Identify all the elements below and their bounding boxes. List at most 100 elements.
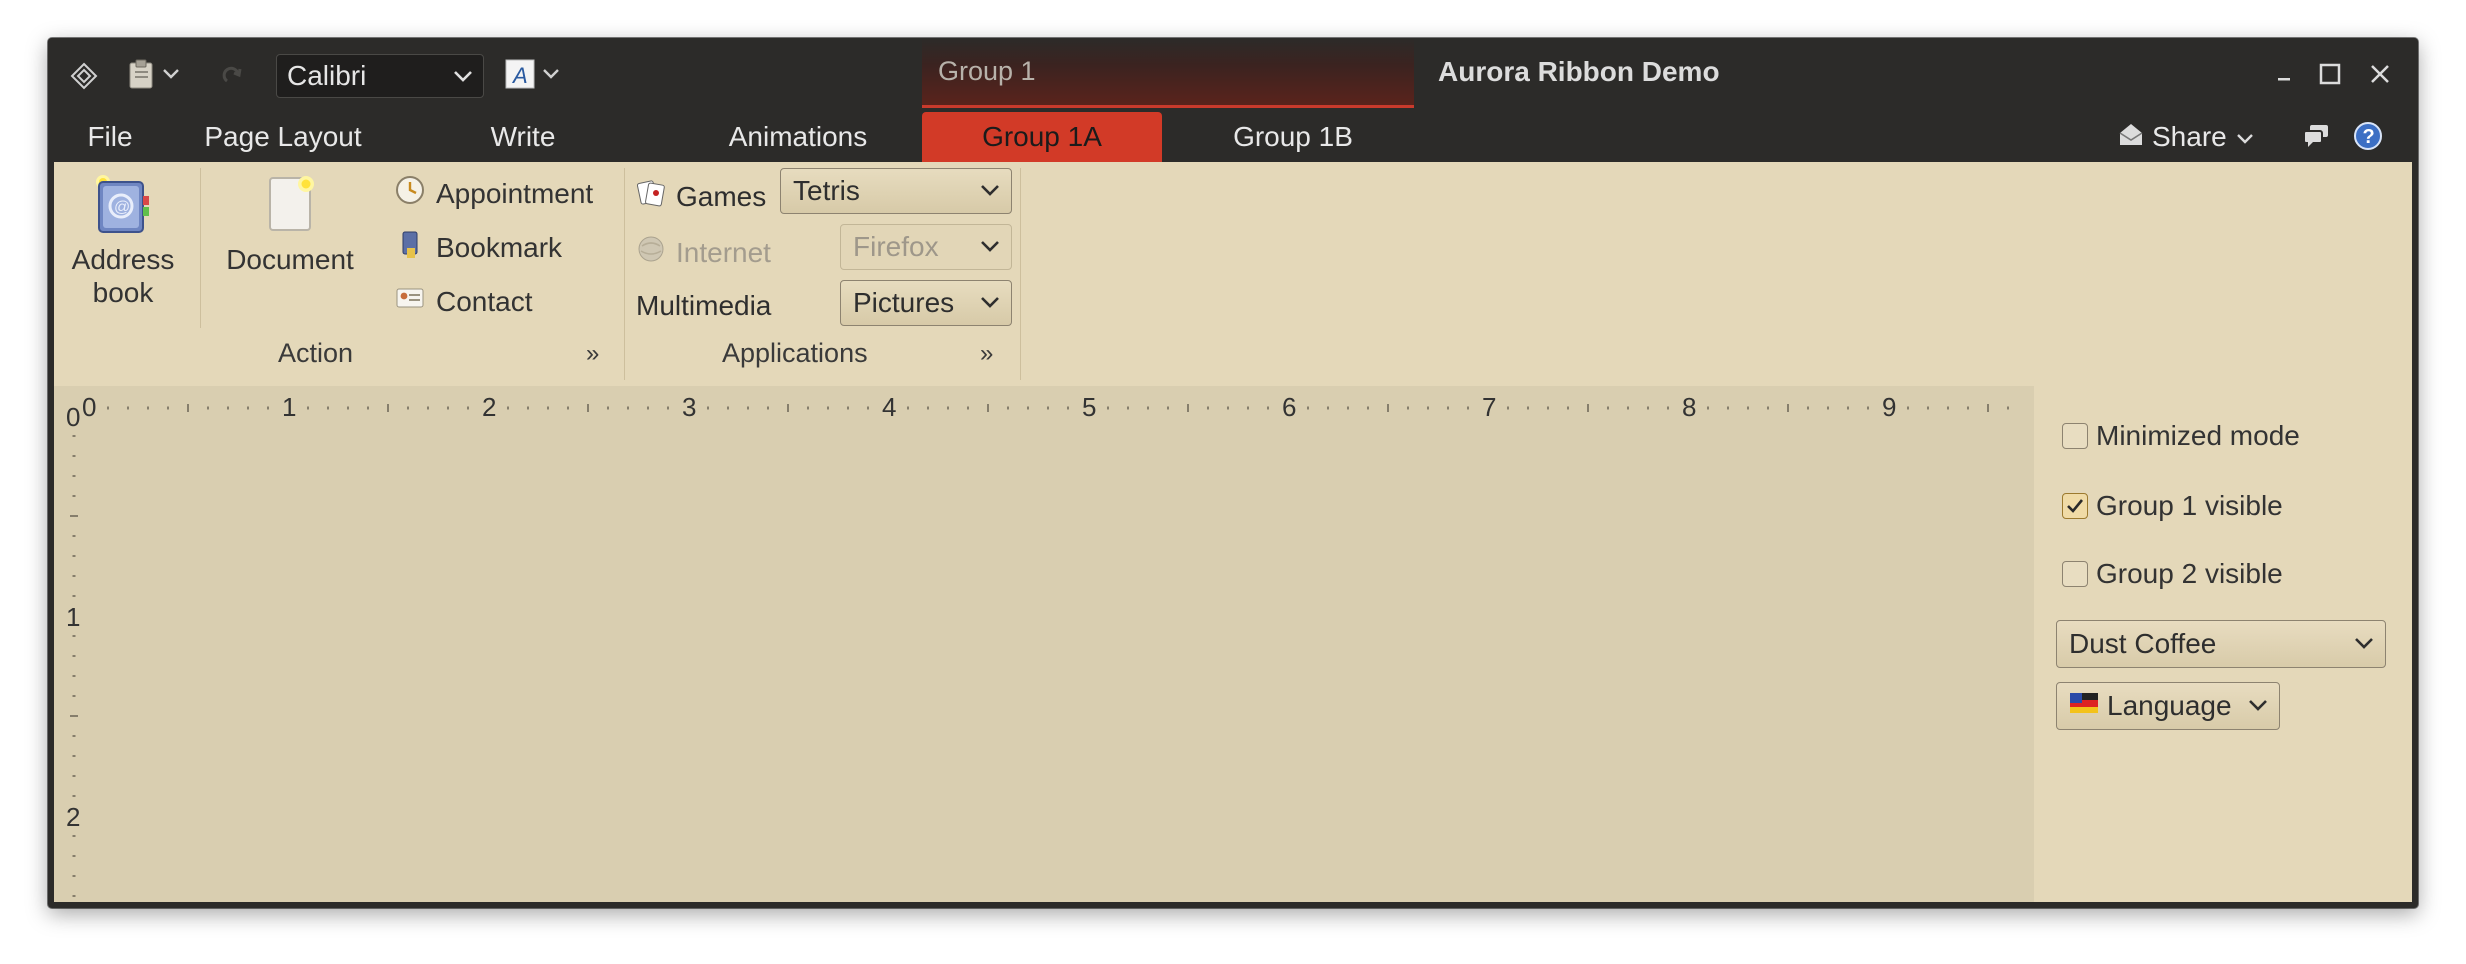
redo-icon[interactable] <box>218 60 248 94</box>
ruler-h-label: 6 <box>1282 392 1296 422</box>
games-label-row: Games <box>636 178 766 215</box>
contextual-group-title: Group 1 <box>922 38 1414 108</box>
svg-text:?: ? <box>2363 126 2375 148</box>
clock-icon <box>394 174 426 213</box>
flag-icon <box>2069 690 2099 722</box>
contact-button[interactable]: Contact <box>394 282 533 321</box>
ruler: 0 1 2 3 4 5 6 7 8 9 0 1 2 <box>66 392 2009 897</box>
games-combo[interactable]: Tetris <box>780 168 1012 214</box>
multimedia-combo[interactable]: Pictures <box>840 280 1012 326</box>
skin-combo[interactable]: Dust Coffee <box>2056 620 2386 668</box>
title-bar: Calibri A Group 1 Aurora Ribbon Demo Fil… <box>48 38 2418 162</box>
tab-animations[interactable]: Animations <box>688 112 908 162</box>
group2-visible-checkbox[interactable]: Group 2 visible <box>2062 558 2283 590</box>
chevron-down-icon <box>977 177 1003 210</box>
group-separator <box>624 168 625 380</box>
multimedia-value: Pictures <box>853 287 955 318</box>
document-label: Document <box>226 244 354 275</box>
games-label: Games <box>676 180 767 212</box>
multimedia-label: Multimedia <box>636 290 772 321</box>
group2-visible-label: Group 2 visible <box>2096 558 2283 589</box>
bookmark-button[interactable]: Bookmark <box>394 228 562 267</box>
minimize-button[interactable] <box>2266 58 2302 94</box>
chevron-down-icon <box>977 289 1003 322</box>
separator <box>200 168 201 328</box>
tab-group-1a[interactable]: Group 1A <box>922 112 1162 162</box>
tab-label: Group 1B <box>1233 121 1353 152</box>
paste-button[interactable] <box>124 56 184 96</box>
ruler-h-label: 2 <box>482 392 496 422</box>
share-icon <box>2118 121 2144 154</box>
bookmark-icon <box>394 228 426 267</box>
ruler-h-label: 9 <box>1882 392 1896 422</box>
ruler-h-label: 8 <box>1682 392 1696 422</box>
svg-text:@: @ <box>114 199 130 216</box>
document-icon <box>258 174 322 243</box>
internet-combo: Firefox <box>840 224 1012 270</box>
share-button[interactable]: Share <box>2118 116 2255 158</box>
tab-page-layout[interactable]: Page Layout <box>188 112 378 162</box>
checkbox-box <box>2062 561 2088 587</box>
help-icon[interactable]: ? <box>2350 118 2386 154</box>
chevron-down-icon <box>977 233 1003 266</box>
side-panel: Minimized mode Group 1 visible Group 2 v… <box>2034 386 2412 902</box>
tab-label: Page Layout <box>204 121 362 152</box>
ruler-h-label: 1 <box>282 392 296 422</box>
contact-card-icon <box>394 282 426 321</box>
appointment-label: Appointment <box>436 177 594 209</box>
ruler-v-label: 2 <box>66 802 80 832</box>
skin-value: Dust Coffee <box>2069 628 2217 659</box>
minimized-mode-checkbox[interactable]: Minimized mode <box>2062 420 2300 452</box>
close-icon <box>2368 62 2392 91</box>
tab-label: Animations <box>728 121 868 152</box>
chevron-down-icon <box>2235 121 2255 153</box>
ruler-h-label: 4 <box>882 392 896 422</box>
paste-icon <box>127 58 157 95</box>
font-name-combo[interactable]: Calibri <box>276 54 484 98</box>
chevron-down-icon <box>451 63 475 95</box>
address-book-label: Address book <box>71 244 175 308</box>
group1-visible-checkbox[interactable]: Group 1 visible <box>2062 490 2283 522</box>
maximize-button[interactable] <box>2312 58 2348 94</box>
font-color-icon: A <box>505 59 535 94</box>
tab-group-1b[interactable]: Group 1B <box>1188 112 1398 162</box>
address-book-button[interactable]: @ Address book <box>68 174 178 309</box>
close-button[interactable] <box>2362 58 2398 94</box>
ribbon: @ Address book Document Appointment Book… <box>54 162 2412 388</box>
action-group-label: Action <box>278 338 354 368</box>
internet-value: Firefox <box>853 231 939 262</box>
contextual-group-label: Group 1 <box>938 56 1036 86</box>
appointment-button[interactable]: Appointment <box>394 174 593 213</box>
checkmark-icon <box>2062 493 2088 519</box>
checkbox-box <box>2062 423 2088 449</box>
comments-icon[interactable] <box>2298 118 2334 154</box>
app-window: Calibri A Group 1 Aurora Ribbon Demo Fil… <box>48 38 2418 908</box>
language-combo[interactable]: Language <box>2056 682 2280 730</box>
tab-label: Group 1A <box>982 121 1102 152</box>
group-separator <box>1020 168 1021 380</box>
ruler-h-label: 0 <box>82 392 96 422</box>
font-name-value: Calibri <box>287 60 367 91</box>
applications-group-label: Applications <box>722 338 868 368</box>
chevron-down-icon <box>2245 692 2271 725</box>
tab-file[interactable]: File <box>66 112 154 162</box>
language-label: Language <box>2107 690 2232 721</box>
internet-label-row: Internet <box>636 234 771 271</box>
multimedia-label-row: Multimedia <box>636 290 771 322</box>
document-button[interactable]: Document <box>220 174 360 276</box>
games-value: Tetris <box>793 175 860 206</box>
ruler-h-label: 5 <box>1082 392 1096 422</box>
minimized-mode-label: Minimized mode <box>2096 420 2300 451</box>
applications-group-launcher[interactable]: » <box>980 340 993 368</box>
tab-write[interactable]: Write <box>468 112 578 162</box>
group1-visible-label: Group 1 visible <box>2096 490 2283 521</box>
bookmark-label: Bookmark <box>436 231 563 263</box>
action-group-launcher[interactable]: » <box>586 340 599 368</box>
contact-label: Contact <box>436 285 533 317</box>
tab-label: File <box>87 121 133 152</box>
font-color-button[interactable]: A <box>500 56 566 96</box>
ruler-v-label: 1 <box>66 602 80 632</box>
window-title: Aurora Ribbon Demo <box>1438 56 1720 87</box>
globe-icon <box>636 234 666 271</box>
app-menu-icon[interactable] <box>66 58 102 94</box>
